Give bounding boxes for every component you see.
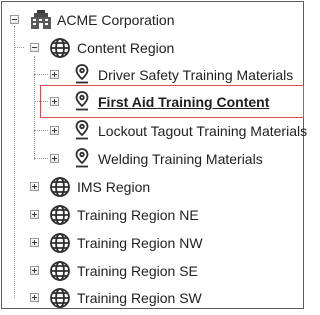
tree-node-label[interactable]: ACME Corporation — [57, 9, 175, 31]
tree-node-ims-region[interactable]: IMS Region — [2, 176, 302, 198]
tree-node-training-region-se[interactable]: Training Region SE — [2, 260, 302, 282]
expand-toggle[interactable] — [50, 154, 59, 163]
expand-toggle[interactable] — [30, 182, 39, 191]
map-pin-icon — [75, 120, 89, 146]
building-icon — [30, 10, 52, 36]
globe-icon — [49, 204, 71, 232]
tree-node-label[interactable]: Lockout Tagout Training Materials — [98, 120, 307, 142]
globe-icon — [49, 232, 71, 260]
expand-toggle[interactable] — [50, 126, 59, 135]
collapse-toggle[interactable] — [30, 43, 39, 52]
map-pin-icon — [75, 148, 89, 174]
tree-node-label[interactable]: IMS Region — [77, 176, 150, 198]
tree-node-label[interactable]: Driver Safety Training Materials — [98, 64, 293, 86]
tree-node-content-region[interactable]: Content Region — [2, 37, 302, 59]
tree-node-label[interactable]: Welding Training Materials — [98, 148, 263, 170]
selection-highlight — [40, 85, 304, 118]
globe-icon — [49, 37, 71, 65]
expand-toggle[interactable] — [30, 238, 39, 247]
tree-node-training-region-ne[interactable]: Training Region NE — [2, 204, 302, 226]
collapse-toggle[interactable] — [10, 15, 19, 24]
tree-node-label[interactable]: Training Region NW — [77, 232, 203, 254]
globe-icon — [49, 176, 71, 204]
tree-node-training-region-sw[interactable]: Training Region SW — [2, 287, 302, 309]
tree-panel: ACME Corporation Content Region Driver S… — [1, 1, 307, 310]
tree-node-welding-training-materials[interactable]: Welding Training Materials — [2, 148, 302, 170]
expand-toggle[interactable] — [50, 70, 59, 79]
tree-node-label[interactable]: Training Region SW — [77, 287, 202, 309]
tree-node-acme-corporation[interactable]: ACME Corporation — [2, 9, 302, 31]
location-tree: ACME Corporation Content Region Driver S… — [2, 2, 307, 310]
expand-toggle[interactable] — [30, 293, 39, 302]
tree-node-driver-safety-training-materials[interactable]: Driver Safety Training Materials — [2, 64, 302, 86]
globe-icon — [49, 287, 71, 315]
expand-toggle[interactable] — [30, 210, 39, 219]
tree-node-label[interactable]: Training Region SE — [77, 260, 198, 282]
tree-node-label[interactable]: Training Region NE — [77, 204, 199, 226]
tree-node-training-region-nw[interactable]: Training Region NW — [2, 232, 302, 254]
tree-node-label[interactable]: Content Region — [77, 37, 174, 59]
globe-icon — [49, 260, 71, 288]
expand-toggle[interactable] — [30, 266, 39, 275]
tree-node-lockout-tagout-training-materials[interactable]: Lockout Tagout Training Materials — [2, 120, 307, 142]
